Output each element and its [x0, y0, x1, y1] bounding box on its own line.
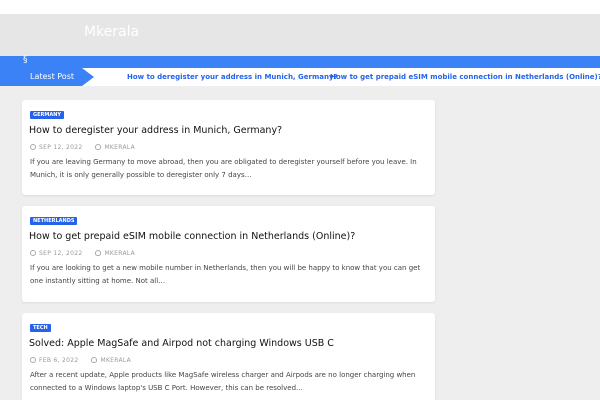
post-excerpt: If you are leaving Germany to move abroa… [30, 158, 417, 179]
post-author-name[interactable]: MKERALA [104, 144, 135, 151]
post-title[interactable]: How to deregister your address in Munich… [29, 125, 282, 136]
ticker-link[interactable]: How to deregister your address in Munich… [127, 68, 338, 86]
ticker-label: Latest Post [0, 68, 82, 86]
clock-icon [30, 357, 36, 363]
clock-icon [30, 144, 36, 150]
category-badge[interactable]: NETHERLANDS [30, 217, 78, 225]
user-icon [95, 144, 102, 150]
clock-icon [30, 250, 36, 256]
post-author[interactable]: MKERALA [91, 357, 131, 364]
post-date: SEP 12, 2022 [39, 250, 83, 257]
site-header: Mkerala [0, 14, 600, 56]
post-excerpt: After a recent update, Apple products li… [30, 371, 416, 392]
post-author-name[interactable]: MKERALA [104, 250, 135, 257]
user-icon [91, 357, 98, 363]
post-meta: SEP 12, 2022 MKERALA [30, 250, 135, 258]
main-nav: § [0, 55, 600, 68]
user-icon [95, 250, 102, 256]
top-strip [0, 0, 600, 14]
post-excerpt: If you are looking to get a new mobile n… [30, 264, 421, 285]
post-author-name[interactable]: MKERALA [100, 357, 131, 364]
post-card: NETHERLANDS How to get prepaid eSIM mobi… [22, 206, 435, 302]
post-card: TECH Solved: Apple MagSafe and Airpod no… [22, 313, 435, 400]
post-title[interactable]: How to get prepaid eSIM mobile connectio… [29, 231, 355, 242]
category-badge[interactable]: TECH [30, 324, 51, 332]
category-badge[interactable]: GERMANY [30, 111, 65, 119]
ticker-arrow [82, 68, 94, 86]
post-author[interactable]: MKERALA [95, 144, 135, 151]
post-meta: SEP 12, 2022 MKERALA [30, 144, 135, 152]
post-meta: FEB 6, 2022 MKERALA [30, 357, 131, 365]
post-date: FEB 6, 2022 [39, 357, 79, 364]
nav-home-link[interactable]: § [23, 55, 28, 65]
ticker-link[interactable]: How to get prepaid eSIM mobile connectio… [330, 68, 600, 86]
post-title[interactable]: Solved: Apple MagSafe and Airpod not cha… [29, 338, 334, 349]
post-author[interactable]: MKERALA [95, 250, 135, 257]
site-title[interactable]: Mkerala [84, 24, 139, 40]
latest-post-ticker: Latest Post How to deregister your addre… [0, 68, 600, 86]
post-date: SEP 12, 2022 [39, 144, 83, 151]
post-card: GERMANY How to deregister your address i… [22, 100, 435, 195]
